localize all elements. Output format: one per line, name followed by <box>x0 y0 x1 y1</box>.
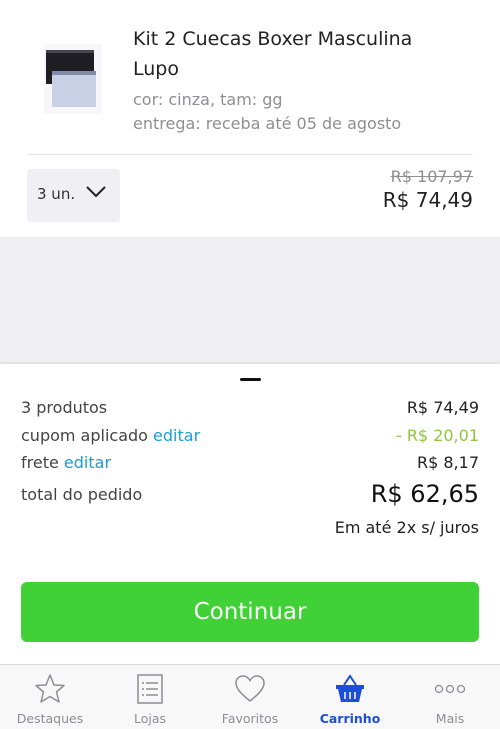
products-count-label: 3 produtos <box>21 398 108 417</box>
products-subtotal: R$ 74,49 <box>406 398 479 417</box>
total-value: R$ 62,65 <box>370 480 479 508</box>
edit-coupon-link[interactable]: editar <box>153 426 200 445</box>
heart-icon <box>235 675 265 702</box>
shipping-value: R$ 8,17 <box>416 453 479 472</box>
total-label: total do pedido <box>21 485 143 504</box>
tab-bar: Destaques Lojas Favoritos Carrinho Mais <box>0 664 500 729</box>
current-price: R$ 74,49 <box>382 188 473 212</box>
product-attributes: cor: cinza, tam: gg <box>133 90 283 109</box>
divider <box>27 154 473 155</box>
tab-destaques[interactable]: Destaques <box>0 665 100 729</box>
drag-handle[interactable] <box>240 378 261 381</box>
cart-item-card: Kit 2 Cuecas Boxer Masculina Lupo cor: c… <box>0 0 500 237</box>
product-title[interactable]: Kit 2 Cuecas Boxer Masculina Lupo <box>133 24 463 84</box>
coupon-discount: - R$ 20,01 <box>395 426 479 445</box>
edit-shipping-link[interactable]: editar <box>64 453 111 472</box>
list-icon <box>137 674 163 704</box>
tab-carrinho[interactable]: Carrinho <box>300 665 400 729</box>
products-row: 3 produtos R$ 74,49 <box>21 398 479 417</box>
tab-label: Mais <box>435 711 465 726</box>
tab-label: Destaques <box>16 711 84 726</box>
installments-text: Em até 2x s/ juros <box>334 518 479 537</box>
quantity-selector[interactable]: 3 un. <box>27 169 120 222</box>
star-icon <box>35 674 65 703</box>
tab-favoritos[interactable]: Favoritos <box>200 665 300 729</box>
tab-lojas[interactable]: Lojas <box>100 665 200 729</box>
coupon-row: cupom aplicado editar - R$ 20,01 <box>21 426 479 445</box>
tab-label: Favoritos <box>221 711 279 726</box>
shipping-label: frete <box>21 453 59 472</box>
boxer-gray-graphic <box>52 71 96 107</box>
order-summary-sheet: 3 produtos R$ 74,49 cupom aplicado edita… <box>0 364 500 664</box>
tab-mais[interactable]: Mais <box>400 665 500 729</box>
continue-button[interactable]: Continuar <box>21 582 479 642</box>
chevron-down-icon <box>86 186 106 198</box>
tab-label: Carrinho <box>319 711 381 726</box>
basket-icon <box>336 674 364 702</box>
more-icon <box>434 684 466 694</box>
tab-label: Lojas <box>133 711 167 726</box>
product-image[interactable] <box>44 44 102 114</box>
original-price: R$ 107,97 <box>390 167 473 186</box>
delivery-estimate: entrega: receba até 05 de agosto <box>133 114 402 133</box>
quantity-value: 3 un. <box>37 185 76 203</box>
coupon-label: cupom aplicado <box>21 426 148 445</box>
shipping-row: frete editar R$ 8,17 <box>21 453 479 472</box>
